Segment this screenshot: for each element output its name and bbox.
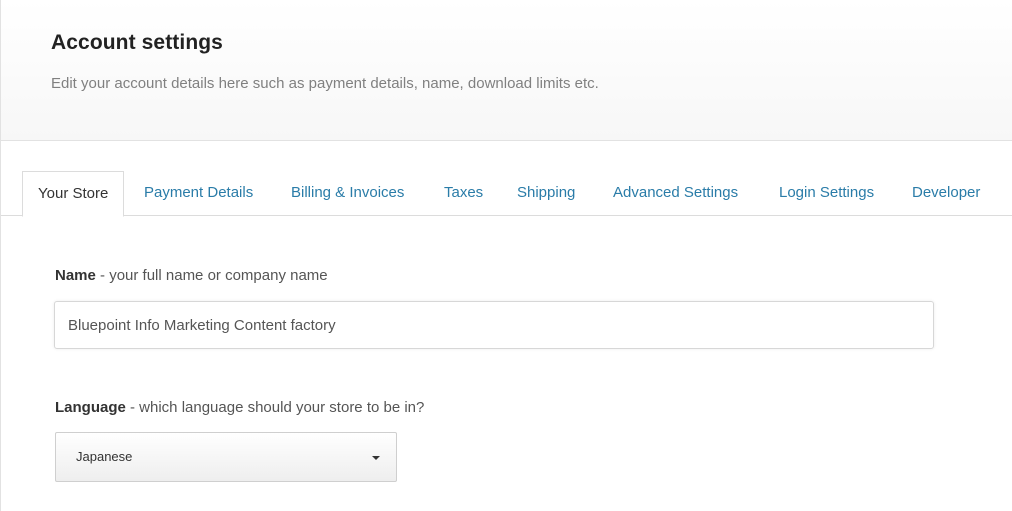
name-label: Name [55,267,96,284]
name-hint: - your full name or company name [95,267,328,284]
name-field-label: Name - your full name or company name [55,267,328,284]
page-header: Account settings Edit your account detai… [0,0,1012,141]
tab-taxes[interactable]: Taxes [444,171,483,216]
settings-tabs: Your Store Payment Details Billing & Inv… [1,171,1012,217]
tab-payment-details[interactable]: Payment Details [144,171,253,216]
tab-advanced-settings[interactable]: Advanced Settings [613,171,738,216]
tab-developer[interactable]: Developer [912,171,980,216]
language-label: Language [55,399,126,416]
language-select[interactable]: Japanese [55,432,397,482]
settings-panel: Your Store Payment Details Billing & Inv… [0,141,1012,511]
name-input[interactable] [54,301,934,349]
tab-shipping[interactable]: Shipping [517,171,575,216]
tab-your-store[interactable]: Your Store [22,171,125,217]
language-hint: - which language should your store to be… [125,399,425,416]
language-field-label: Language - which language should your st… [55,399,424,416]
tab-billing-invoices[interactable]: Billing & Invoices [291,171,404,216]
caret-down-icon [372,456,380,460]
tab-login-settings[interactable]: Login Settings [779,171,874,216]
page-title: Account settings [51,31,223,54]
language-selected-value: Japanese [76,449,133,464]
page-subtitle: Edit your account details here such as p… [51,75,599,92]
